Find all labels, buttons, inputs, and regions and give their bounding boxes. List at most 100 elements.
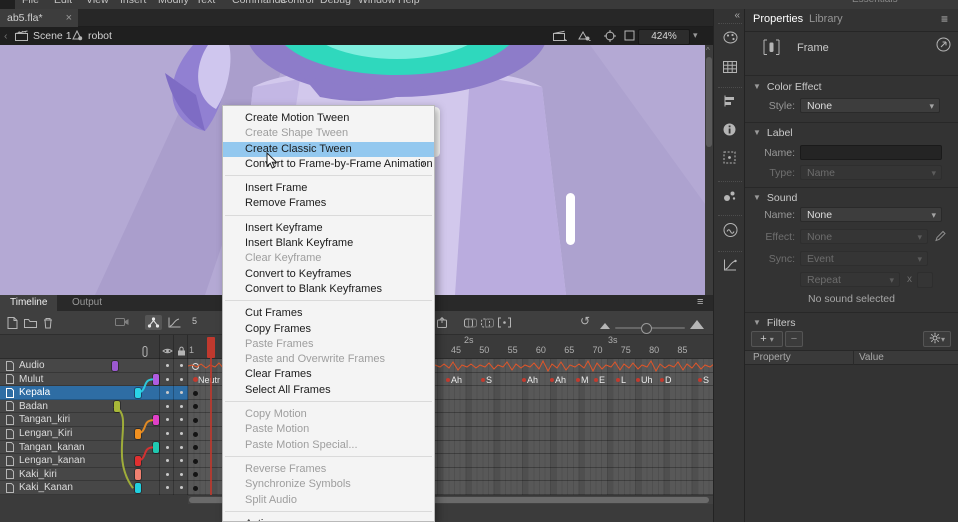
scroll-up-icon[interactable]: ^ xyxy=(706,46,710,55)
menu-item-convert-to-frame-by-frame-animation[interactable]: Convert to Frame-by-Frame Animation› xyxy=(223,157,434,172)
menu-help[interactable]: Help xyxy=(398,0,420,8)
zoom-in-frames-icon[interactable] xyxy=(690,320,704,329)
delete-layer-icon[interactable] xyxy=(43,317,53,329)
menu-item-paste-frames[interactable]: Paste Frames xyxy=(223,337,434,352)
filter-options-button[interactable]: ▾ xyxy=(923,331,951,347)
menu-item-paste-motion[interactable]: Paste Motion xyxy=(223,422,434,437)
menu-item-convert-to-blank-keyframes[interactable]: Convert to Blank Keyframes xyxy=(223,282,434,297)
timeline-zoom-knob[interactable] xyxy=(641,323,652,334)
section-color-effect[interactable]: ▼Color Effect xyxy=(753,81,822,93)
sound-name-dropdown[interactable]: None▾ xyxy=(800,207,942,222)
playhead-handle[interactable] xyxy=(207,337,215,358)
menu-item-insert-blank-keyframe[interactable]: Insert Blank Keyframe xyxy=(223,236,434,251)
new-layer-icon[interactable] xyxy=(6,317,18,329)
onion-skin-icon[interactable] xyxy=(464,317,477,328)
style-dropdown[interactable]: None▾ xyxy=(800,98,940,113)
menu-text[interactable]: Text xyxy=(196,0,215,8)
menu-item-actions[interactable]: Actions xyxy=(223,517,434,522)
menu-item-split-audio[interactable]: Split Audio xyxy=(223,493,434,508)
layer-lock-dot[interactable] xyxy=(180,391,183,394)
sound-repeat-dropdown[interactable]: Repeat▾ xyxy=(800,272,900,287)
motion-editor-panel-icon[interactable] xyxy=(723,259,737,271)
layer-lock-dot[interactable] xyxy=(180,405,183,408)
menu-item-cut-frames[interactable]: Cut Frames xyxy=(223,306,434,321)
menu-item-insert-frame[interactable]: Insert Frame xyxy=(223,181,434,196)
cc-libraries-panel-icon[interactable] xyxy=(723,223,738,237)
menu-item-copy-frames[interactable]: Copy Frames xyxy=(223,322,434,337)
label-type-dropdown[interactable]: Name▾ xyxy=(800,165,942,180)
parent-marker[interactable] xyxy=(112,361,118,372)
menu-view[interactable]: View xyxy=(86,0,109,8)
menu-window[interactable]: Window xyxy=(358,0,395,8)
layer-visibility-dot[interactable] xyxy=(166,486,169,489)
menu-item-create-motion-tween[interactable]: Create Motion Tween xyxy=(223,111,434,126)
menu-item-clear-frames[interactable]: Clear Frames xyxy=(223,367,434,382)
layer-visibility-dot[interactable] xyxy=(166,391,169,394)
menu-item-insert-keyframe[interactable]: Insert Keyframe xyxy=(223,221,434,236)
layer-visibility-dot[interactable] xyxy=(166,364,169,367)
layer-visibility-dot[interactable] xyxy=(166,473,169,476)
new-folder-icon[interactable] xyxy=(24,317,37,328)
app-logo-icon[interactable] xyxy=(0,0,15,9)
section-sound[interactable]: ▼Sound xyxy=(753,192,797,204)
timeline-panel-menu-icon[interactable]: ≡ xyxy=(697,296,703,308)
layer-lock-dot[interactable] xyxy=(180,364,183,367)
section-label[interactable]: ▼Label xyxy=(753,127,793,139)
document-tab[interactable]: ab5.fla* × xyxy=(0,9,78,27)
layer-visibility-dot[interactable] xyxy=(166,432,169,435)
menu-item-create-classic-tween[interactable]: Create Classic Tween xyxy=(223,142,434,157)
parent-marker[interactable] xyxy=(135,456,141,467)
convert-to-symbol-icon[interactable] xyxy=(936,37,951,52)
layer-lock-dot[interactable] xyxy=(180,446,183,449)
properties-panel-menu-icon[interactable]: ≡ xyxy=(941,12,948,26)
menu-file[interactable]: File xyxy=(22,0,39,8)
stage-vertical-scrollbar[interactable]: ^ xyxy=(705,45,713,295)
menu-debug[interactable]: Debug xyxy=(320,0,351,8)
expand-panels-icon[interactable]: « xyxy=(734,10,740,21)
label-name-input[interactable] xyxy=(800,145,942,160)
workspace-switcher[interactable]: Essentials xyxy=(852,0,898,8)
layer-lock-dot[interactable] xyxy=(180,432,183,435)
edit-symbols-icon[interactable] xyxy=(578,30,591,41)
color-panel-icon[interactable] xyxy=(723,31,738,44)
layer-lock-dot[interactable] xyxy=(180,418,183,421)
visibility-column-eye-icon[interactable] xyxy=(162,347,173,355)
layer-visibility-dot[interactable] xyxy=(166,446,169,449)
scrollbar-thumb[interactable] xyxy=(706,57,712,147)
parent-marker[interactable] xyxy=(114,401,120,412)
parent-marker[interactable] xyxy=(135,388,141,399)
menu-commands[interactable]: Commands xyxy=(232,0,286,8)
layer-visibility-dot[interactable] xyxy=(166,378,169,381)
layer-visibility-dot[interactable] xyxy=(166,418,169,421)
menu-item-synchronize-symbols[interactable]: Synchronize Symbols xyxy=(223,477,434,492)
menu-item-copy-motion[interactable]: Copy Motion xyxy=(223,407,434,422)
sound-effect-dropdown[interactable]: None▾ xyxy=(800,229,928,244)
close-tab-icon[interactable]: × xyxy=(66,9,72,27)
back-icon[interactable]: ‹ xyxy=(4,30,8,42)
menu-item-select-all-frames[interactable]: Select All Frames xyxy=(223,383,434,398)
sound-sync-dropdown[interactable]: Event▾ xyxy=(800,251,928,266)
edit-sound-envelope-pencil-icon[interactable] xyxy=(934,230,946,242)
menu-item-create-shape-tween[interactable]: Create Shape Tween xyxy=(223,126,434,141)
layer-lock-dot[interactable] xyxy=(180,473,183,476)
parent-marker[interactable] xyxy=(135,429,141,440)
onion-skin-outlines-icon[interactable] xyxy=(481,317,494,328)
zoom-level-select[interactable]: 424% xyxy=(638,29,690,45)
zoom-chevron-icon[interactable]: ▾ xyxy=(693,30,698,41)
repeat-count-stepper[interactable] xyxy=(917,272,933,288)
publish-frames-icon[interactable] xyxy=(437,317,450,328)
parent-marker[interactable] xyxy=(135,483,141,494)
edit-multiple-frames-icon[interactable] xyxy=(498,317,511,328)
menu-item-convert-to-keyframes[interactable]: Convert to Keyframes xyxy=(223,267,434,282)
graph-view-icon[interactable] xyxy=(168,317,181,328)
transform-panel-icon[interactable] xyxy=(723,151,736,164)
swatches-panel-icon[interactable] xyxy=(723,61,737,73)
menu-item-remove-frames[interactable]: Remove Frames xyxy=(223,196,434,211)
parenting-view-icon[interactable] xyxy=(145,315,162,330)
layer-lock-dot[interactable] xyxy=(180,486,183,489)
tab-properties[interactable]: Properties xyxy=(753,13,803,25)
menu-item-reverse-frames[interactable]: Reverse Frames xyxy=(223,462,434,477)
menu-control[interactable]: Control xyxy=(280,0,314,8)
tab-library[interactable]: Library xyxy=(809,13,843,25)
lock-column-lock-icon[interactable] xyxy=(177,346,186,356)
